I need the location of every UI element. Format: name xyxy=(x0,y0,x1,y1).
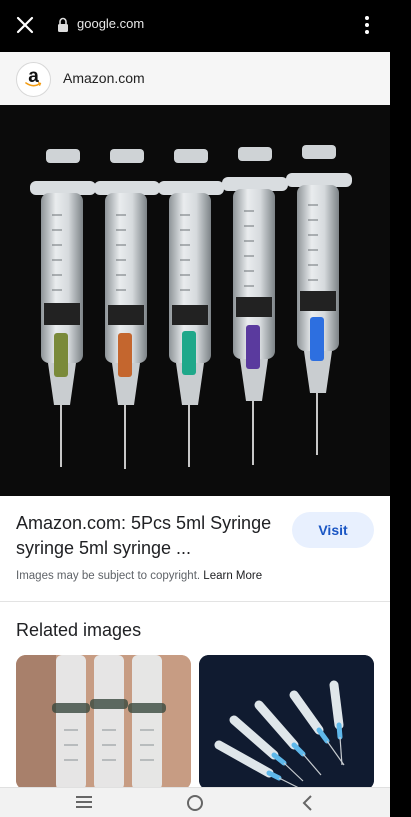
screen: google.com a Amazon.com Amazon.com: 5Pcs… xyxy=(0,0,390,817)
learn-more-link[interactable]: Learn More xyxy=(203,570,262,582)
related-image-thumbnail[interactable] xyxy=(199,655,374,790)
system-nav-bar xyxy=(0,787,390,817)
recent-apps-icon[interactable] xyxy=(64,788,104,817)
source-name: Amazon.com xyxy=(63,70,145,86)
copyright-notice: Images may be subject to copyright. Lear… xyxy=(16,570,262,582)
close-icon[interactable] xyxy=(14,14,36,36)
url-text[interactable]: google.com xyxy=(77,16,144,31)
related-images-heading: Related images xyxy=(16,620,142,640)
browser-top-bar: google.com xyxy=(0,0,390,52)
home-icon[interactable] xyxy=(175,788,215,817)
screen-edge xyxy=(390,0,411,817)
source-header[interactable]: a Amazon.com xyxy=(0,52,390,106)
amazon-logo-icon: a xyxy=(16,62,51,97)
divider xyxy=(0,601,390,602)
lock-icon xyxy=(57,17,69,33)
back-icon[interactable] xyxy=(287,788,327,817)
related-image-thumbnail[interactable] xyxy=(16,655,191,790)
more-vert-icon[interactable] xyxy=(358,13,376,37)
copyright-text: Images may be subject to copyright. xyxy=(16,570,201,582)
result-title[interactable]: Amazon.com: 5Pcs 5ml Syringe syringe 5ml… xyxy=(16,511,286,561)
main-result-image[interactable] xyxy=(0,105,390,496)
visit-button[interactable]: Visit xyxy=(292,512,374,548)
